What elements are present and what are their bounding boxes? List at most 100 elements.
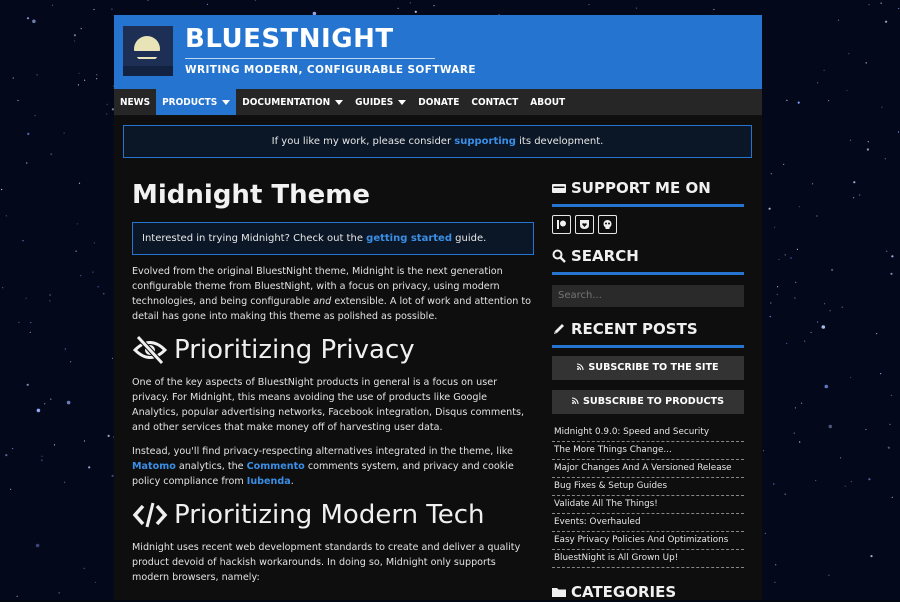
recent-post-link[interactable]: Validate All The Things! bbox=[552, 496, 744, 514]
nav-label: DOCUMENTATION bbox=[242, 96, 331, 108]
star bbox=[804, 340, 806, 342]
search-input[interactable] bbox=[552, 284, 744, 307]
star bbox=[815, 479, 817, 482]
heading-rule bbox=[552, 272, 744, 275]
commento-link[interactable]: Commento bbox=[247, 461, 305, 472]
star bbox=[74, 40, 76, 42]
recent-posts-list: Midnight 0.9.0: Speed and Security The M… bbox=[552, 424, 744, 568]
star bbox=[12, 77, 14, 79]
pencil-icon bbox=[552, 322, 566, 336]
patreon-icon[interactable] bbox=[552, 215, 571, 234]
star bbox=[36, 408, 41, 413]
star bbox=[51, 4, 54, 6]
star bbox=[784, 254, 786, 256]
star bbox=[870, 555, 873, 558]
nav-label: ABOUT bbox=[530, 96, 566, 108]
recent-posts-heading-text: RECENT POSTS bbox=[571, 319, 698, 338]
caret-down-icon bbox=[335, 99, 344, 105]
nav-contact[interactable]: CONTACT bbox=[465, 89, 524, 115]
star bbox=[865, 428, 867, 431]
star bbox=[775, 564, 777, 566]
star bbox=[801, 402, 803, 404]
star bbox=[844, 485, 846, 487]
subscribe-site-button[interactable]: SUBSCRIBE TO THE SITE bbox=[552, 355, 744, 380]
iubenda-link[interactable]: Iubenda bbox=[247, 476, 291, 487]
star bbox=[41, 455, 43, 457]
star bbox=[53, 444, 56, 446]
star bbox=[5, 454, 8, 457]
star bbox=[770, 173, 772, 175]
caret-down-icon bbox=[398, 99, 407, 105]
star bbox=[80, 28, 82, 30]
star bbox=[77, 84, 79, 86]
nav-label: CONTACT bbox=[471, 96, 519, 108]
star bbox=[823, 69, 825, 71]
rss-icon bbox=[571, 396, 579, 407]
recent-post-link[interactable]: Events: Overhauled bbox=[552, 514, 744, 532]
nav-products[interactable]: PRODUCTS bbox=[156, 89, 237, 115]
star bbox=[80, 275, 82, 277]
support-links bbox=[552, 215, 744, 234]
supporting-link[interactable]: supporting bbox=[454, 136, 516, 147]
star bbox=[865, 62, 867, 64]
nav-label: PRODUCTS bbox=[162, 96, 218, 108]
recent-post-link[interactable]: BluestNight is All Grown Up! bbox=[552, 550, 744, 568]
getting-started-link[interactable]: getting started bbox=[366, 233, 452, 244]
liberapay-icon[interactable] bbox=[575, 215, 594, 234]
star bbox=[588, 4, 590, 6]
nav-guides[interactable]: GUIDES bbox=[349, 89, 412, 115]
star bbox=[96, 78, 98, 80]
matomo-link[interactable]: Matomo bbox=[132, 461, 176, 472]
recent-post-link[interactable]: Midnight 0.9.0: Speed and Security bbox=[552, 424, 744, 442]
star bbox=[880, 373, 882, 375]
star bbox=[50, 398, 52, 400]
star bbox=[764, 532, 767, 534]
star bbox=[88, 466, 91, 469]
categories-heading-text: CATEGORIES bbox=[571, 582, 677, 601]
recent-post-link[interactable]: Major Changes And A Versioned Release bbox=[552, 460, 744, 478]
nav-label: NEWS bbox=[120, 96, 151, 108]
star bbox=[762, 450, 765, 452]
star bbox=[106, 103, 108, 105]
star bbox=[76, 223, 78, 225]
star bbox=[799, 441, 801, 443]
subscribe-products-button[interactable]: SUBSCRIBE TO PRODUCTS bbox=[552, 389, 744, 414]
nav-label: DONATE bbox=[418, 96, 460, 108]
para-text: . bbox=[290, 476, 294, 487]
star bbox=[111, 357, 114, 359]
star bbox=[93, 242, 95, 244]
support-notice: If you like my work, please consider sup… bbox=[123, 125, 752, 158]
star bbox=[30, 322, 32, 324]
money-bill-icon bbox=[552, 181, 566, 195]
recent-post-link[interactable]: Easy Privacy Policies And Optimizations bbox=[552, 532, 744, 550]
recent-post-link[interactable]: The More Things Change... bbox=[552, 442, 744, 460]
nav-documentation[interactable]: DOCUMENTATION bbox=[236, 89, 349, 115]
star bbox=[794, 407, 797, 409]
star bbox=[797, 101, 800, 104]
recent-post-link[interactable]: Bug Fixes & Setup Guides bbox=[552, 478, 744, 496]
callout-text: Interested in trying Midnight? Check out… bbox=[142, 233, 367, 244]
site-title[interactable]: BLUESTNIGHT bbox=[185, 24, 394, 54]
star bbox=[64, 481, 66, 483]
star bbox=[769, 316, 771, 318]
nav-about[interactable]: ABOUT bbox=[524, 89, 571, 115]
subscribe-site-label: SUBSCRIBE TO THE SITE bbox=[588, 362, 719, 373]
modern-tech-heading: Prioritizing Modern Tech bbox=[132, 498, 534, 532]
star bbox=[828, 100, 830, 102]
star bbox=[64, 348, 66, 350]
star bbox=[78, 182, 81, 184]
nav-news[interactable]: NEWS bbox=[114, 89, 156, 115]
star bbox=[828, 574, 830, 576]
star bbox=[49, 300, 51, 302]
nav-donate[interactable]: DONATE bbox=[412, 89, 465, 115]
kofi-icon[interactable] bbox=[598, 215, 617, 234]
star bbox=[887, 446, 890, 449]
star bbox=[890, 272, 893, 275]
star bbox=[777, 286, 779, 288]
para-text: analytics, the bbox=[175, 461, 247, 472]
star bbox=[796, 248, 799, 250]
star bbox=[96, 74, 98, 76]
notice-text: If you like my work, please consider bbox=[271, 136, 455, 147]
star bbox=[848, 53, 850, 55]
site-logo[interactable] bbox=[123, 26, 173, 76]
